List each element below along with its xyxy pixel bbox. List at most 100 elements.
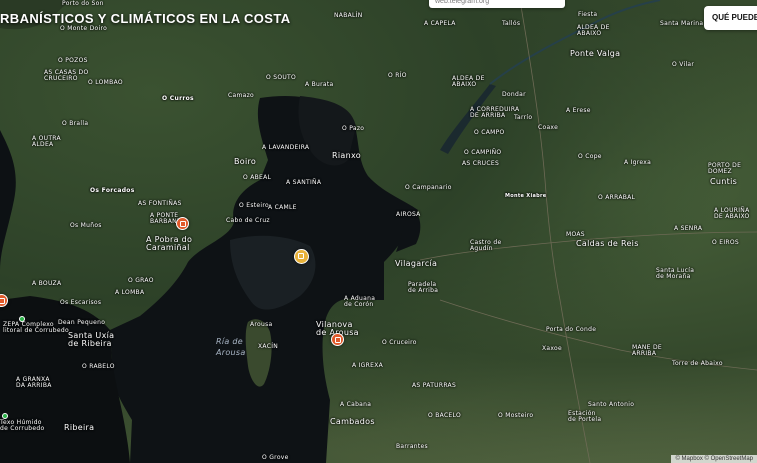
- label-o-lombao: O LOMBAO: [88, 79, 123, 86]
- label-nabalin: NABALÍN: [334, 12, 363, 19]
- page-title: RBANÍSTICOS Y CLIMÁTICOS EN LA COSTA: [0, 11, 291, 26]
- label-moas: MOAS: [566, 231, 585, 238]
- label-o-campo: O CAMPO: [474, 129, 505, 136]
- label-as-paturras: AS PATURRAS: [412, 382, 457, 389]
- label-o-grao: O GRAO: [128, 277, 154, 284]
- label-boiro: Boiro: [234, 157, 257, 166]
- label-santa-uxia: Santa Uxía de Ribeira: [68, 331, 115, 348]
- label-a-igrexa: A Igrexa: [624, 159, 652, 166]
- label-coaxe: Coaxe: [538, 124, 559, 131]
- label-camazo: Camazo: [228, 92, 255, 99]
- label-o-campanario: O Campanario: [405, 184, 452, 191]
- label-porta-do-conde: Porta do Conde: [546, 326, 597, 333]
- label-o-rio: O RÍO: [388, 72, 407, 79]
- label-aldea-de-abaixo: ALDEA DE ABAIXO: [452, 75, 485, 88]
- label-o-bacelo: O BACELO: [428, 412, 461, 419]
- label-o-eiros: O EIROS: [712, 239, 739, 246]
- label-a-granxa: A GRANXA DA ARRIBA: [16, 376, 52, 389]
- label-castro-de-agudin: Castro de Agudín: [470, 239, 502, 252]
- label-texo: Texo Húmido de Corrubedo: [0, 419, 45, 432]
- label-vilagarcia: Vilagarcía: [395, 259, 438, 268]
- label-o-arrabal: O ARRABAL: [598, 194, 636, 201]
- label-a-outra-aldea: A OUTRA ALDEA: [32, 135, 61, 148]
- label-o-pazo: O Pazo: [342, 125, 365, 132]
- label-ribeira: Ribeira: [64, 423, 95, 432]
- label-xacin: XACÍN: [258, 343, 279, 350]
- label-paradela: Paradela de Arriba: [408, 281, 439, 294]
- label-o-campino: O CAMPIÑO: [464, 149, 502, 156]
- label-o-vilar: O Vilar: [672, 61, 695, 68]
- map-attribution[interactable]: © Mapbox © OpenStreetMap: [671, 455, 757, 463]
- label-a-correduira: A CORREDUIRA DE ARRIBA: [470, 106, 520, 119]
- label-cambados: Cambados: [330, 417, 375, 426]
- label-o-grove: O Grove: [262, 454, 289, 461]
- label-caldas-de-reis: Caldas de Reis: [576, 239, 639, 248]
- label-o-rabelo: O RABELO: [82, 363, 115, 370]
- label-rianxo: Rianxo: [332, 151, 361, 160]
- label-a-bouza: A BOUZA: [32, 280, 62, 287]
- label-aldea-de-abaixo-2: ALDEA DE ABAIXO: [577, 24, 610, 37]
- label-a-cabana: A Cabana: [340, 401, 372, 408]
- label-estacion-portela: Estación de Portela: [568, 410, 602, 423]
- label-a-capela: A CAPELA: [424, 20, 456, 27]
- label-a-lavandeira: A LAVANDEIRA: [262, 144, 310, 151]
- label-o-curros: O Curros: [162, 95, 194, 102]
- label-dean-pequeno: Dean Pequeno: [58, 319, 106, 326]
- label-torre-de-abaixo: Torre de Abaixo: [672, 360, 723, 367]
- label-a-santina: A SANTIÑA: [286, 179, 322, 186]
- label-o-monte-doiro: O Monte Doiro: [60, 25, 108, 32]
- label-ponte-valga: Ponte Valga: [570, 49, 621, 58]
- map-canvas[interactable]: Porto do Son O Monte Doiro NABALÍN A CAP…: [0, 0, 757, 463]
- label-a-camle: A CAMLE: [268, 204, 297, 211]
- water-body: [0, 0, 757, 463]
- label-tarrio: Tarrío: [514, 114, 533, 121]
- label-porto-do-son: Porto do Son: [62, 0, 104, 7]
- label-santa-lucia: Santa Lucía de Moraña: [656, 267, 695, 280]
- label-os-forcados: Os Forcados: [90, 187, 135, 194]
- label-a-senra: A SENRA: [674, 225, 703, 232]
- label-cabo-de-cruz: Cabo de Cruz: [226, 217, 270, 224]
- marker-pobra-icon[interactable]: [176, 217, 189, 230]
- texo-dot-icon[interactable]: [2, 413, 8, 419]
- label-santo-antonio: Santo Antonio: [588, 401, 635, 408]
- label-o-cope: O Cope: [578, 153, 602, 160]
- label-airosa: AIROSA: [396, 211, 421, 218]
- label-tallos: Tallós: [502, 20, 521, 27]
- label-cuntis: Cuntis: [710, 177, 738, 186]
- marker-vilanova-icon[interactable]: [331, 333, 344, 346]
- zepa-dot-icon[interactable]: [19, 316, 25, 322]
- label-a-igrexa-2: A IGREXA: [352, 362, 384, 369]
- label-o-bralla: O Bralla: [62, 120, 89, 127]
- marker-ria-icon[interactable]: [294, 249, 309, 264]
- label-o-cruceiro: O Cruceiro: [382, 339, 417, 346]
- que-puede-button[interactable]: QUÉ PUEDE: [704, 6, 757, 30]
- label-a-pobra: A Pobra do Caramiñal: [146, 235, 193, 252]
- label-a-burata: A Burata: [305, 81, 334, 88]
- label-porto-de-domez: PORTO DE DOMEZ: [708, 162, 742, 175]
- label-o-mosteiro: O Mosteiro: [498, 412, 534, 419]
- water-label-arousa: Arousa: [216, 348, 246, 357]
- label-a-erese: A Erese: [566, 107, 591, 114]
- label-as-casas: AS CASAS DO CRUCEIRO: [44, 69, 89, 82]
- label-os-munos: Os Muños: [70, 222, 102, 229]
- label-as-cruces: AS CRUCES: [462, 160, 500, 167]
- label-o-abeal: O ABEAL: [243, 174, 272, 181]
- label-a-lourina: A LOURIÑA DE ABAIXO: [714, 207, 750, 220]
- label-o-pozos: O POZOS: [58, 57, 88, 64]
- label-o-esteiro: O Esteiro: [239, 202, 269, 209]
- label-santa-marina: Santa Marina: [660, 20, 704, 27]
- label-dondar: Dondar: [502, 91, 526, 98]
- label-xaxoe: Xaxoe: [542, 345, 563, 352]
- label-o-souto: O SOUTO: [266, 74, 297, 81]
- water-label-ria: Ría de: [216, 337, 244, 346]
- label-a-aduana: A Aduana de Corón: [344, 295, 376, 308]
- label-barrantes: Barrantes: [396, 443, 428, 450]
- url-bar[interactable]: web.telegram.org: [429, 0, 565, 8]
- label-monte-xiabre: Monte Xiabre: [505, 193, 547, 199]
- label-arousa: Arousa: [250, 321, 273, 328]
- label-mane-de-arriba: MANE DE ARRIBA: [632, 344, 662, 357]
- label-as-fontinas: AS FONTIÑAS: [138, 200, 182, 207]
- label-fiesta: Fiesta: [578, 11, 598, 18]
- label-a-lomba: A LOMBA: [115, 289, 145, 296]
- label-os-escarisos: Os Escarisos: [60, 299, 102, 306]
